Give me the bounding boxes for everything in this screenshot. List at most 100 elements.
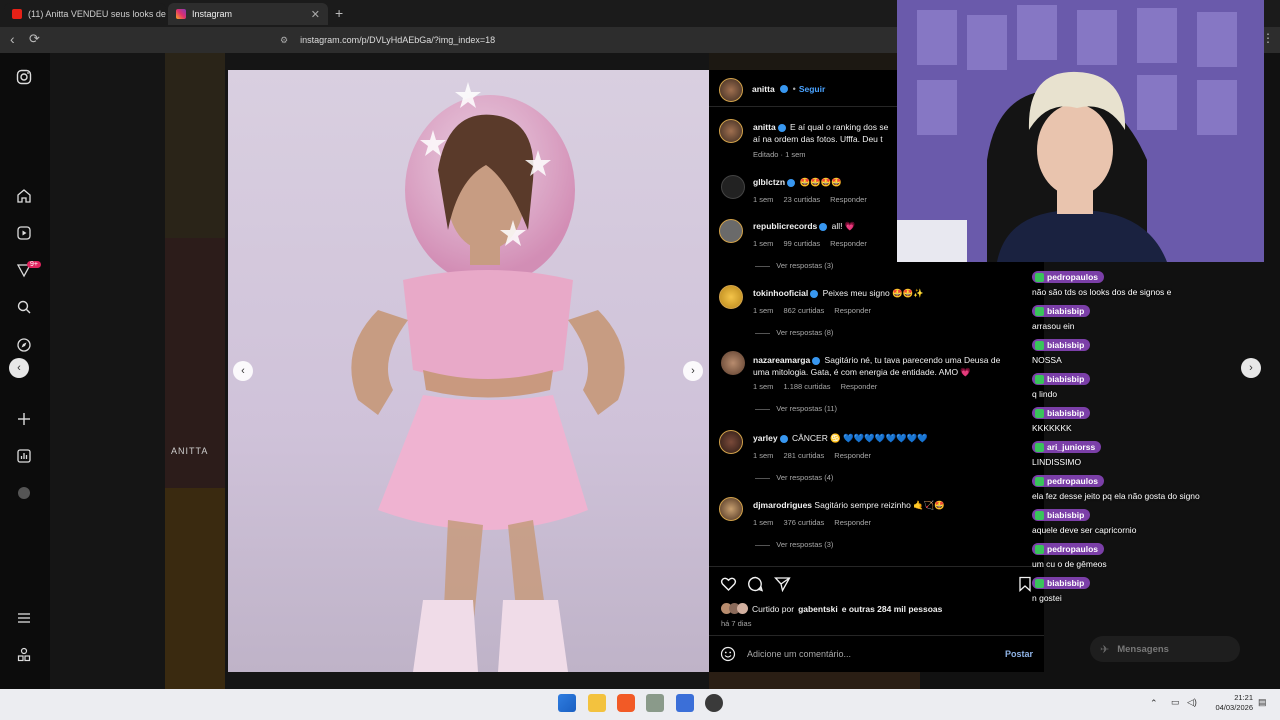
chat-badge-icon — [1035, 375, 1044, 385]
new-tab-icon[interactable]: + — [335, 5, 343, 21]
comment-avatar[interactable] — [719, 219, 743, 243]
volume-icon[interactable]: ◁) — [1187, 697, 1197, 708]
back-icon[interactable]: ‹ — [10, 31, 15, 47]
reload-icon[interactable]: ⟳ — [29, 31, 40, 47]
view-replies-button[interactable]: —— Ver respostas (3) — [753, 261, 867, 270]
reply-button[interactable]: Responder — [834, 518, 871, 527]
chat-username-pill: biabisbip — [1032, 305, 1091, 318]
chat-username-pill: pedropaulos — [1032, 475, 1105, 488]
caption-username[interactable]: anitta — [753, 122, 776, 132]
create-icon[interactable] — [15, 411, 33, 429]
notifications-icon[interactable]: ▤ — [1258, 697, 1267, 708]
dashboard-icon[interactable] — [15, 448, 33, 466]
comment-likes[interactable]: 1.188 curtidas — [783, 382, 830, 391]
reply-button[interactable]: Responder — [830, 195, 867, 204]
comment-username[interactable]: glblctzn — [753, 177, 785, 187]
reels-icon[interactable] — [15, 225, 33, 243]
liker-avatars — [721, 603, 748, 614]
carousel-next-button[interactable]: › — [683, 361, 703, 381]
chat-badge-icon — [1035, 307, 1044, 317]
more-menu-icon[interactable] — [15, 610, 33, 628]
like-icon[interactable] — [720, 576, 737, 597]
obs-icon[interactable] — [705, 694, 723, 712]
caption-line: anitta E aí qual o ranking dos se — [753, 122, 898, 132]
comment-avatar[interactable] — [721, 175, 745, 199]
verified-badge-icon — [812, 356, 821, 365]
reply-button[interactable]: Responder — [834, 451, 871, 460]
comment-username[interactable]: yarley — [753, 433, 778, 443]
comment-text: CÂNCER ♋ 💙💙💙💙💙💙💙💙 — [791, 433, 928, 443]
site-info-icon[interactable]: ⚙ — [280, 35, 288, 46]
comment-likes[interactable]: 99 curtidas — [783, 239, 820, 248]
follow-button[interactable]: Seguir — [799, 84, 825, 94]
caption-avatar[interactable] — [719, 119, 743, 143]
close-tab-icon[interactable]: ✕ — [311, 8, 320, 21]
clock[interactable]: 21:21 04/03/2026 — [1205, 693, 1253, 713]
chat-username-pill: biabisbip — [1032, 577, 1091, 590]
comment-username[interactable]: republicrecords — [753, 221, 817, 231]
comment-avatar[interactable] — [719, 497, 743, 521]
author-avatar[interactable] — [719, 78, 743, 102]
home-icon[interactable] — [15, 188, 33, 206]
messages-button[interactable]: ✈ Mensagens — [1090, 636, 1240, 662]
modal-prev-button[interactable]: ‹ — [9, 358, 29, 378]
verified-badge-icon — [777, 123, 786, 132]
emoji-icon[interactable] — [720, 646, 736, 667]
chat-username: pedropaulos — [1047, 476, 1099, 486]
liked-by-user[interactable]: gabentski — [798, 604, 838, 614]
chat-username: pedropaulos — [1047, 544, 1099, 554]
comment-username[interactable]: tokinhooficial — [753, 288, 808, 298]
brave-browser-icon[interactable] — [617, 694, 635, 712]
explore-icon[interactable] — [15, 337, 33, 355]
comment-icon[interactable] — [747, 576, 764, 597]
chat-username-pill: biabisbip — [1032, 407, 1091, 420]
app-icon[interactable] — [676, 694, 694, 712]
comment-avatar[interactable] — [719, 285, 743, 309]
caption-text-2: aí na ordem das fotos. Ufffa. Deu t — [753, 134, 883, 144]
apps-icon[interactable] — [15, 647, 33, 665]
comment-text: all! 💗 — [831, 221, 856, 231]
chat-username: biabisbip — [1047, 340, 1085, 350]
tab-label: Instagram — [192, 9, 233, 19]
network-icon[interactable]: ▭ — [1171, 697, 1180, 708]
comment-username[interactable]: djmarodrigues — [753, 500, 812, 510]
comment-text: Sagitário sempre reizinho 🤙🏹🤩 — [814, 500, 945, 510]
comment-likes[interactable]: 23 curtidas — [783, 195, 820, 204]
share-icon[interactable] — [774, 576, 791, 597]
comment-likes[interactable]: 281 curtidas — [783, 451, 824, 460]
reply-button[interactable]: Responder — [841, 382, 878, 391]
author-username[interactable]: anitta — [752, 84, 775, 94]
instagram-logo-icon[interactable] — [15, 69, 33, 87]
view-replies-button[interactable]: —— Ver respostas (3) — [753, 540, 945, 549]
reply-button[interactable]: Responder — [830, 239, 867, 248]
url-field[interactable]: ⚙ instagram.com/p/DVLyHdAEbGa/?img_index… — [280, 30, 880, 50]
comment-likes[interactable]: 376 curtidas — [783, 518, 824, 527]
comment-input[interactable]: Adicione um comentário... — [747, 649, 851, 659]
profile-avatar-icon[interactable] — [15, 486, 33, 504]
view-replies-button[interactable]: —— Ver respostas (4) — [753, 473, 928, 482]
reply-button[interactable]: Responder — [834, 306, 871, 315]
tray-chevron-icon[interactable]: ⌃ — [1150, 698, 1158, 709]
comment-username[interactable]: nazareamarga — [753, 355, 810, 365]
tab-instagram[interactable]: Instagram ✕ — [168, 3, 328, 25]
file-explorer-icon[interactable] — [588, 694, 606, 712]
view-replies-button[interactable]: —— Ver respostas (8) — [753, 328, 924, 337]
comment-age: 1 sem — [753, 195, 774, 204]
tab-youtube[interactable]: (11) Anitta VENDEU seus looks de ca — [4, 3, 166, 25]
search-icon[interactable] — [15, 299, 33, 317]
post-photo[interactable] — [228, 70, 709, 672]
view-replies-button[interactable]: —— Ver respostas (11) — [753, 404, 1013, 413]
grid-tile-caption: ANITTA — [171, 446, 209, 456]
chat-username: pedropaulos — [1047, 272, 1099, 282]
comment-item: djmarodrigues Sagitário sempre reizinho … — [753, 500, 945, 549]
liked-by-suffix[interactable]: e outras 284 mil pessoas — [842, 604, 943, 614]
carousel-prev-button[interactable]: ‹ — [233, 361, 253, 381]
stream-chat: pedropaulos não são tds os looks dos de s… — [1024, 262, 1264, 612]
comment-avatar[interactable] — [719, 430, 743, 454]
windows-start-icon[interactable] — [558, 694, 576, 712]
comment-item: republicrecords all! 💗 1 sem 99 curtidas R… — [753, 221, 867, 270]
post-comment-button[interactable]: Postar — [1005, 649, 1033, 659]
comment-avatar[interactable] — [721, 351, 745, 375]
comment-likes[interactable]: 862 curtidas — [783, 306, 824, 315]
app-icon[interactable] — [646, 694, 664, 712]
